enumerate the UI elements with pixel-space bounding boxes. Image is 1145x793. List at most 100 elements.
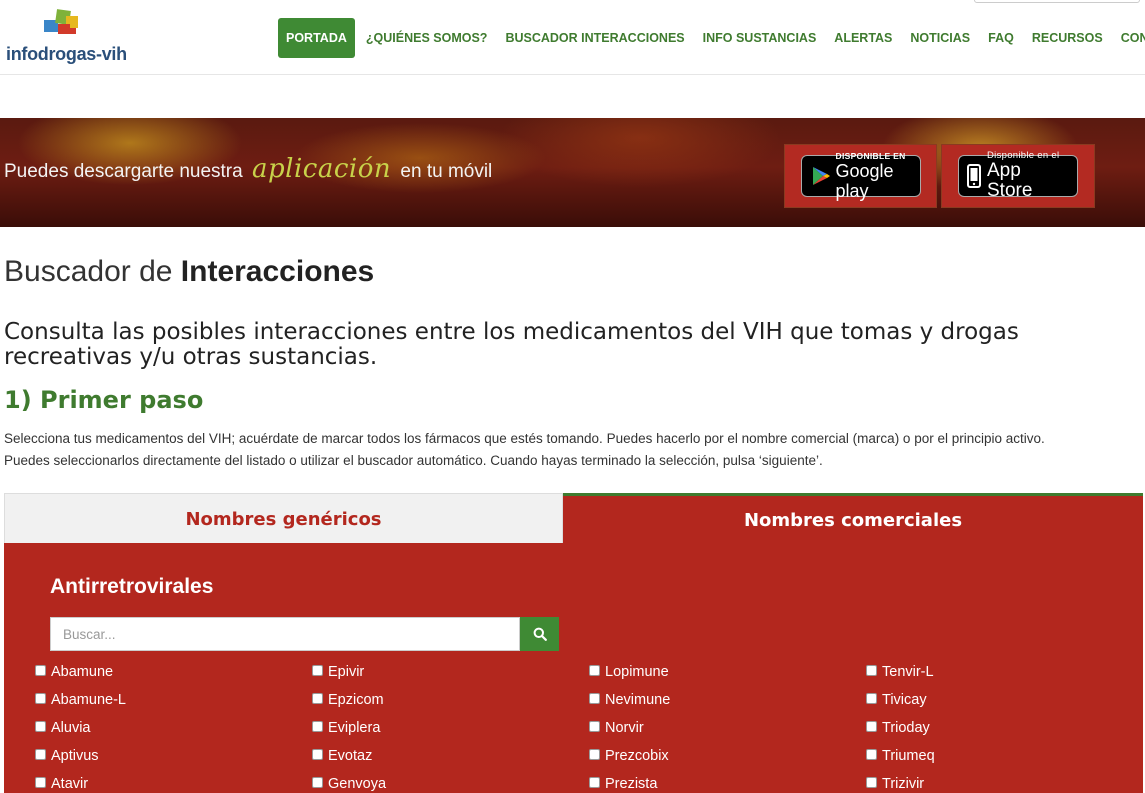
drug-checkbox-item[interactable]: Genvoya xyxy=(312,775,589,793)
tab-nombres-comerciales[interactable]: Nombres comerciales xyxy=(563,493,1143,544)
drug-label: Aptivus xyxy=(51,748,99,764)
checkbox[interactable] xyxy=(35,748,46,760)
checkbox[interactable] xyxy=(866,692,877,704)
drug-label: Atavir xyxy=(51,776,89,792)
drug-label: Abamune xyxy=(51,664,114,680)
drug-checkbox-item[interactable]: Tivicay xyxy=(866,691,1135,709)
drug-checkbox-item[interactable]: Trizivir xyxy=(866,775,1135,793)
search-icon xyxy=(533,627,547,641)
drug-checkbox-item[interactable]: Prezcobix xyxy=(589,747,866,765)
drug-checkbox-item[interactable]: Abamune-L xyxy=(35,691,312,709)
nav-buscador-interacciones[interactable]: BUSCADOR INTERACCIONES xyxy=(505,31,684,45)
checkbox[interactable] xyxy=(35,692,46,704)
checkbox[interactable] xyxy=(589,720,600,732)
nav-portada[interactable]: PORTADA xyxy=(278,18,355,58)
search-button[interactable] xyxy=(520,617,559,651)
drug-label: Epivir xyxy=(328,664,365,680)
nav-info-sustancias[interactable]: INFO SUSTANCIAS xyxy=(703,31,817,45)
google-play-small-text: DISPONIBLE EN xyxy=(835,151,906,161)
panel-title: Antirretrovirales xyxy=(50,575,214,598)
step-description-line-2: Puedes seleccionarlos directamente del l… xyxy=(4,453,823,468)
drug-label: Lopimune xyxy=(605,664,669,680)
drug-search xyxy=(50,617,559,651)
checkbox[interactable] xyxy=(35,720,46,732)
drug-checkbox-item[interactable]: Aluvia xyxy=(35,719,312,737)
checkbox[interactable] xyxy=(589,748,600,760)
banner-text-highlight: aplicación xyxy=(252,154,392,184)
checkbox[interactable] xyxy=(866,664,877,676)
checkbox[interactable] xyxy=(312,720,323,732)
google-play-icon xyxy=(812,167,830,185)
checkbox[interactable] xyxy=(866,776,877,788)
drug-checkbox-item[interactable]: Abamune xyxy=(35,663,312,681)
checkbox[interactable] xyxy=(35,664,46,676)
drug-label: Prezcobix xyxy=(605,748,669,764)
drug-checkbox-item[interactable]: Nevimune xyxy=(589,691,866,709)
step-description: Selecciona tus medicamentos del VIH; acu… xyxy=(4,428,1144,472)
drug-search-input[interactable] xyxy=(50,617,520,651)
drug-checkbox-item[interactable]: Atavir xyxy=(35,775,312,793)
drug-checkbox-item[interactable]: Triumeq xyxy=(866,747,1135,765)
drug-label: Tenvir-L xyxy=(882,664,934,680)
drug-checkbox-item[interactable]: Epivir xyxy=(312,663,589,681)
drug-checkbox-item[interactable]: Aptivus xyxy=(35,747,312,765)
step-heading: 1) Primer paso xyxy=(4,386,204,414)
drug-label: Triumeq xyxy=(882,748,935,764)
nav-quienes-somos[interactable]: ¿QUIÉNES SOMOS? xyxy=(366,31,488,45)
drug-label: Evotaz xyxy=(328,748,373,764)
nav-noticias[interactable]: NOTICIAS xyxy=(910,31,970,45)
drug-label: Eviplera xyxy=(328,720,381,736)
checkbox[interactable] xyxy=(866,748,877,760)
drug-checkbox-item[interactable]: Tenvir-L xyxy=(866,663,1135,681)
logo-text: infodrogas-vih xyxy=(6,44,127,64)
drug-label: Genvoya xyxy=(328,776,387,792)
drug-checkbox-item[interactable]: Eviplera xyxy=(312,719,589,737)
checkbox[interactable] xyxy=(589,776,600,788)
drug-label: Prezista xyxy=(605,776,658,792)
app-store-big-text: App Store xyxy=(987,160,1033,201)
drug-checkbox-grid: Abamune Epivir Lopimune Tenvir-L Abamune… xyxy=(35,663,1135,793)
drug-label: Tivicay xyxy=(882,692,927,708)
tab-nombres-genericos[interactable]: Nombres genéricos xyxy=(4,493,563,544)
checkbox[interactable] xyxy=(589,692,600,704)
nav-alertas[interactable]: ALERTAS xyxy=(834,31,892,45)
checkbox[interactable] xyxy=(312,748,323,760)
drug-checkbox-item[interactable]: Evotaz xyxy=(312,747,589,765)
main-nav: PORTADA ¿QUIÉNES SOMOS? BUSCADOR INTERAC… xyxy=(278,18,1145,58)
drug-checkbox-item[interactable]: Norvir xyxy=(589,719,866,737)
checkbox[interactable] xyxy=(589,664,600,676)
site-header: infodrogas-vih PORTADA ¿QUIÉNES SOMOS? B… xyxy=(0,0,1145,75)
drug-label: Abamune-L xyxy=(51,692,126,708)
site-logo[interactable]: infodrogas-vih xyxy=(6,8,136,68)
google-play-big-text: Google play xyxy=(835,161,894,201)
drug-label: Nevimune xyxy=(605,692,671,708)
drug-checkbox-item[interactable]: Epzicom xyxy=(312,691,589,709)
app-banner: Puedes descargarte nuestra aplicación en… xyxy=(0,118,1145,227)
drug-label: Trioday xyxy=(882,720,930,736)
page-title-light: Buscador de xyxy=(4,255,173,288)
drug-checkbox-item[interactable]: Lopimune xyxy=(589,663,866,681)
drug-checkbox-item[interactable]: Trioday xyxy=(866,719,1135,737)
top-search-box[interactable] xyxy=(974,0,1140,3)
banner-text-after: en tu móvil xyxy=(400,161,493,182)
app-store-button[interactable]: Disponible en el App Store xyxy=(941,144,1095,208)
checkbox[interactable] xyxy=(312,776,323,788)
checkbox[interactable] xyxy=(35,776,46,788)
drug-label: Aluvia xyxy=(51,720,91,736)
step-description-line-1: Selecciona tus medicamentos del VIH; acu… xyxy=(4,431,1045,446)
page-title-bold: Interacciones xyxy=(180,255,375,288)
google-play-button[interactable]: DISPONIBLE EN Google play xyxy=(784,144,937,208)
checkbox[interactable] xyxy=(312,664,323,676)
nav-consultas[interactable]: CONSULTAS xyxy=(1121,31,1145,45)
checkbox[interactable] xyxy=(312,692,323,704)
drug-checkbox-item[interactable]: Prezista xyxy=(589,775,866,793)
drug-label: Epzicom xyxy=(328,692,384,708)
nav-recursos[interactable]: RECURSOS xyxy=(1032,31,1103,45)
drug-label: Norvir xyxy=(605,720,644,736)
banner-text: Puedes descargarte nuestra aplicación en… xyxy=(4,154,492,184)
page-title: Buscador de Interacciones xyxy=(4,255,374,289)
checkbox[interactable] xyxy=(866,720,877,732)
nav-faq[interactable]: FAQ xyxy=(988,31,1014,45)
drug-label: Trizivir xyxy=(882,776,925,792)
drug-selection-panel: Antirretrovirales Abamune Epivir Lopimun… xyxy=(4,543,1143,793)
